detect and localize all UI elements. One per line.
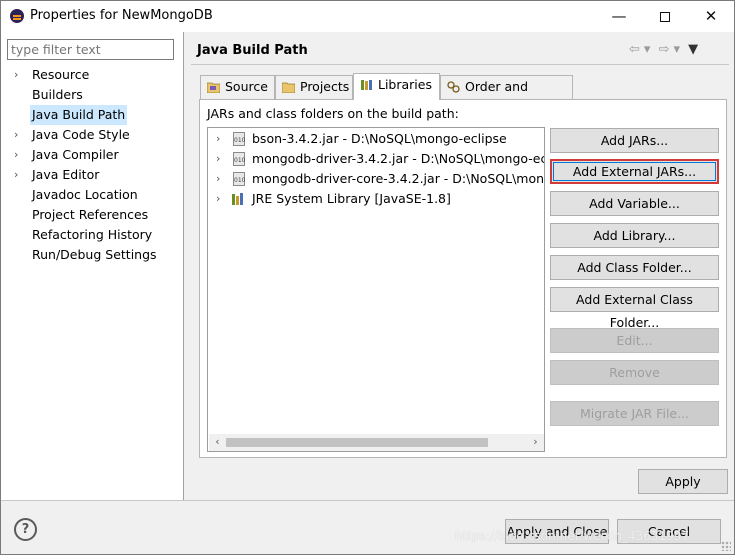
chevron-right-icon[interactable]: › xyxy=(14,65,18,85)
chevron-down-icon[interactable]: ▾ xyxy=(644,42,651,57)
focus-ring xyxy=(553,162,716,181)
tree-item-java-editor[interactable]: › Java Editor xyxy=(1,165,183,185)
jar-icon: 010 xyxy=(233,132,245,146)
tree-item-project-references[interactable]: Project References xyxy=(1,205,183,225)
properties-dialog: Properties for NewMongoDB — ✕ › Resource… xyxy=(0,0,735,555)
chevron-right-icon[interactable]: › xyxy=(216,169,220,189)
divider xyxy=(191,64,729,65)
tree-item-run-debug-settings[interactable]: Run/Debug Settings xyxy=(1,245,183,265)
page-navigation: ⇦ ▾ ⇨ ▾ ▼ xyxy=(629,42,702,57)
chevron-down-icon[interactable]: ▾ xyxy=(673,42,680,57)
tab-label: Projects xyxy=(300,79,350,94)
tree-item-java-compiler[interactable]: › Java Compiler xyxy=(1,145,183,165)
project-folder-icon xyxy=(282,82,295,93)
maximize-button[interactable] xyxy=(642,1,688,32)
list-item-label: mongodb-driver-core-3.4.2.jar - D:\NoSQL… xyxy=(252,171,545,186)
tree-item-java-code-style[interactable]: › Java Code Style xyxy=(1,125,183,145)
add-external-class-folder-button[interactable]: Add External Class Folder... xyxy=(550,287,719,330)
tree-item-refactoring-history[interactable]: Refactoring History xyxy=(1,225,183,245)
chevron-right-icon[interactable]: › xyxy=(216,149,220,169)
page-title: Java Build Path xyxy=(197,43,308,58)
scrollbar-thumb[interactable] xyxy=(226,438,488,447)
tree-item-javadoc-location[interactable]: Javadoc Location xyxy=(1,185,183,205)
forward-arrow-icon[interactable]: ⇨ xyxy=(659,42,670,57)
tree-item-builders[interactable]: Builders xyxy=(1,85,183,105)
minimize-button[interactable]: — xyxy=(596,1,642,32)
chevron-right-icon[interactable]: › xyxy=(216,129,220,149)
tree-item-label: Java Build Path xyxy=(30,105,128,125)
scroll-left-icon[interactable]: ‹ xyxy=(209,434,226,451)
add-class-folder-button[interactable]: Add Class Folder... xyxy=(550,255,719,280)
resize-grip-icon[interactable] xyxy=(721,541,731,551)
edit-button[interactable]: Edit... xyxy=(550,328,719,353)
tree-item-label: Java Editor xyxy=(32,167,100,182)
tree-item-label: Run/Debug Settings xyxy=(32,247,157,262)
tab-order-and-export[interactable]: Order and Export xyxy=(440,75,573,116)
tree-item-label: Refactoring History xyxy=(32,227,153,242)
tree-item-label: Project References xyxy=(32,207,149,222)
tab-source[interactable]: Source xyxy=(200,75,275,99)
tree-item-label: Java Compiler xyxy=(32,147,119,162)
library-list[interactable]: › 010 bson-3.4.2.jar - D:\NoSQL\mongo-ec… xyxy=(207,127,545,452)
tree-item-resource[interactable]: › Resource xyxy=(1,65,183,85)
filter-input[interactable] xyxy=(7,39,174,60)
window-title: Properties for NewMongoDB xyxy=(30,8,213,23)
add-variable-button[interactable]: Add Variable... xyxy=(550,191,719,216)
list-item-label: mongodb-driver-3.4.2.jar - D:\NoSQL\mong… xyxy=(252,151,545,166)
chevron-right-icon[interactable]: › xyxy=(14,145,18,165)
tree-item-label: Resource xyxy=(32,67,90,82)
remove-button[interactable]: Remove xyxy=(550,360,719,385)
add-library-button[interactable]: Add Library... xyxy=(550,223,719,248)
jar-icon: 010 xyxy=(233,152,245,166)
scroll-right-icon[interactable]: › xyxy=(527,434,544,451)
library-icon xyxy=(232,193,243,205)
order-export-icon xyxy=(447,81,460,93)
tab-label: Libraries xyxy=(378,77,432,92)
migrate-jar-button[interactable]: Migrate JAR File... xyxy=(550,401,719,426)
maximize-icon xyxy=(660,11,670,22)
back-arrow-icon[interactable]: ⇦ xyxy=(629,42,640,57)
tab-projects[interactable]: Projects xyxy=(275,75,353,99)
list-item-label: bson-3.4.2.jar - D:\NoSQL\mongo-eclipse xyxy=(252,131,507,146)
tree-item-label: Javadoc Location xyxy=(32,187,138,202)
apply-button[interactable]: Apply xyxy=(638,469,728,494)
source-folder-icon xyxy=(207,82,220,93)
tab-libraries[interactable]: Libraries xyxy=(353,73,440,100)
divider xyxy=(1,500,734,501)
library-icon xyxy=(361,80,372,90)
close-button[interactable]: ✕ xyxy=(688,1,734,32)
chevron-right-icon[interactable]: › xyxy=(14,125,18,145)
help-icon[interactable]: ? xyxy=(14,518,37,541)
eclipse-icon xyxy=(10,9,24,23)
view-menu-icon[interactable]: ▼ xyxy=(688,42,698,57)
build-path-heading: JARs and class folders on the build path… xyxy=(207,106,459,121)
add-external-jars-button[interactable]: Add External JARs... xyxy=(550,159,719,184)
title-bar: Properties for NewMongoDB — ✕ xyxy=(1,1,734,32)
watermark: https://blog.csdn.net/weixin_43631997 xyxy=(455,529,690,543)
jar-icon: 010 xyxy=(233,172,245,186)
tree-item-label: Builders xyxy=(32,87,83,102)
list-item-label: JRE System Library [JavaSE-1.8] xyxy=(252,191,451,206)
chevron-right-icon[interactable]: › xyxy=(14,165,18,185)
tab-label: Source xyxy=(225,79,268,94)
horizontal-scrollbar[interactable]: ‹ › xyxy=(209,434,544,451)
tree-item-java-build-path[interactable]: Java Build Path xyxy=(1,105,183,125)
add-jars-button[interactable]: Add JARs... xyxy=(550,128,719,153)
category-tree-pane: › Resource Builders Java Build Path › Ja… xyxy=(1,32,184,500)
chevron-right-icon[interactable]: › xyxy=(216,189,220,209)
tree-item-label: Java Code Style xyxy=(32,127,130,142)
